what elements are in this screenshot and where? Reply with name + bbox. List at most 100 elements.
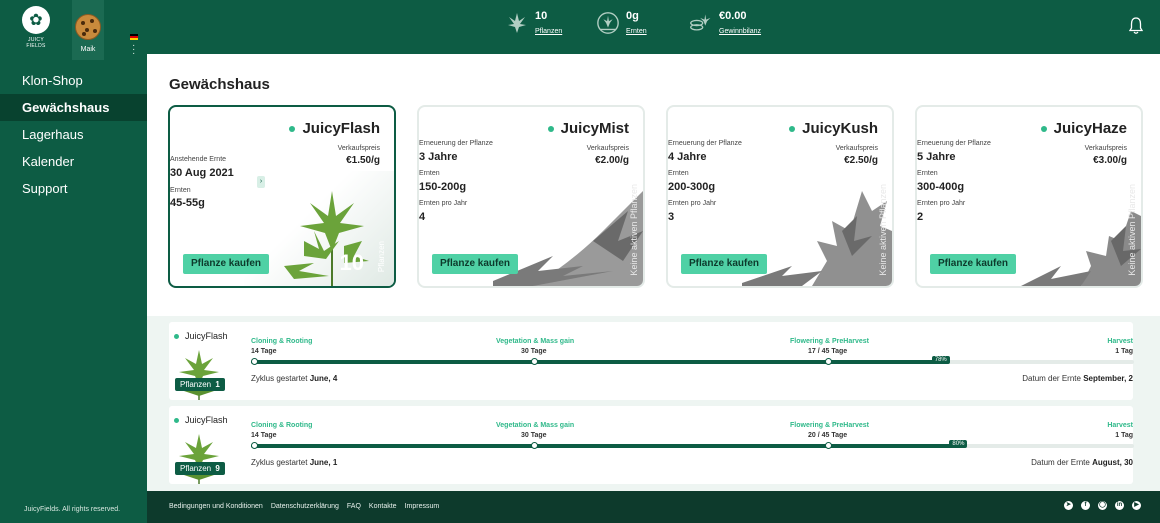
price-value: €2.00/g	[595, 155, 629, 166]
price-value: €3.00/g	[1093, 155, 1127, 166]
footer-link-contacts[interactable]: Kontakte	[369, 503, 397, 510]
main-nav: Klon-Shop Gewächshaus Lagerhaus Kalender…	[0, 67, 147, 202]
strain-card-juicyflash[interactable]: JuicyFlash Verkaufspreis €1.50/g Anstehe…	[168, 105, 396, 288]
no-active-plants-label: Keine aktiven Pflanzen	[878, 184, 888, 276]
coins-leaf-icon	[689, 10, 713, 36]
strain-name: JuicyKush	[789, 120, 878, 137]
upcoming-harvest-label: Anstehende Ernte	[170, 156, 227, 163]
footer-links: Bedingungen und Konditionen Datenschutze…	[169, 503, 439, 510]
more-menu-icon[interactable]: · · ·	[132, 41, 135, 59]
strain-name-text: JuicyKush	[802, 120, 878, 137]
stat-plants-value: 10	[535, 10, 548, 22]
upcoming-harvest-value: 30 Aug 2021	[170, 167, 234, 179]
chevron-right-icon[interactable]: ›	[257, 176, 265, 188]
growth-cycles: JuicyFlash Pflanzen 1 Cloning & Rooting …	[147, 316, 1160, 491]
stat-harvests-label: Ernten	[626, 28, 647, 35]
phase-name: Harvest	[1107, 338, 1133, 345]
phase-days: 30 Tage	[521, 348, 547, 355]
progress-fill	[251, 444, 958, 448]
harvest-label: Ernten	[170, 187, 191, 194]
phase-node	[251, 442, 258, 449]
cycle-started-label: Zyklus gestartet	[251, 374, 308, 383]
nav-item-support[interactable]: Support	[0, 175, 147, 202]
growth-cycle-row[interactable]: JuicyFlash Pflanzen 9 Cloning & Rooting …	[169, 406, 1134, 484]
top-bar: 10 Pflanzen 0g Ernten €0.00 Gewinnbilanz	[147, 0, 1160, 54]
plants-count-badge: Pflanzen 1	[175, 378, 225, 391]
logo-text: JUICY FIELDS	[26, 37, 46, 49]
harvests-per-year-value: 2	[917, 211, 924, 223]
price-label: Verkaufspreis	[1084, 145, 1127, 152]
youtube-icon[interactable]: ▶	[1132, 501, 1141, 510]
nav-item-klon-shop[interactable]: Klon-Shop	[0, 67, 147, 94]
strain-card-juicykush[interactable]: JuicyKush Verkaufspreis €2.50/g Erneueru…	[666, 105, 894, 288]
buy-plant-button[interactable]: Pflanze kaufen	[930, 254, 1017, 274]
buy-plant-button[interactable]: Pflanze kaufen	[183, 254, 270, 274]
harvest-value: 200-300g	[668, 181, 716, 193]
cycle-plant-name-text: JuicyFlash	[185, 331, 228, 341]
harvests-per-year-value: 3	[668, 211, 675, 223]
strain-name-text: JuicyFlash	[302, 120, 380, 137]
cycle-plant-name: JuicyFlash	[174, 331, 228, 341]
harvest-value: 150-200g	[419, 181, 467, 193]
phase-days: 17 / 45 Tage	[808, 348, 848, 355]
strain-card-juicymist[interactable]: JuicyMist Verkaufspreis €2.00/g Erneueru…	[417, 105, 645, 288]
page-title: Gewächshaus	[169, 76, 270, 93]
plants-count-label: Pflanzen	[180, 380, 212, 389]
harvest-date-value: August, 30	[1092, 458, 1133, 467]
instagram-icon[interactable]: ◯	[1098, 501, 1107, 510]
buy-plant-button[interactable]: Pflanze kaufen	[681, 254, 768, 274]
no-active-plants-label: Keine aktiven Pflanzen	[1127, 184, 1137, 276]
strain-name: JuicyHaze	[1040, 120, 1127, 137]
nav-item-gewaechshaus[interactable]: Gewächshaus	[0, 94, 147, 121]
cycle-plant-name-text: JuicyFlash	[185, 415, 228, 425]
strain-name: JuicyMist	[547, 120, 629, 137]
phase-days: 14 Tage	[251, 348, 277, 355]
plants-count-badge: Pflanzen 9	[175, 462, 225, 475]
harvest-label: Ernten	[917, 170, 938, 177]
stat-profit-value: €0.00	[719, 10, 747, 22]
renewal-value: 5 Jahre	[917, 151, 956, 163]
stat-plants[interactable]: 10 Pflanzen	[505, 10, 562, 36]
plant-count-label: Pflanzen	[377, 240, 386, 272]
cycle-started-value: June, 1	[309, 458, 338, 467]
linkedin-icon[interactable]: in	[1115, 501, 1124, 510]
status-dot	[1040, 125, 1047, 132]
main-content: Gewächshaus JuicyFlash Verkaufspreis €1.…	[147, 54, 1160, 491]
leaf-logo-icon: ✿	[22, 6, 50, 34]
buy-plant-button[interactable]: Pflanze kaufen	[432, 254, 519, 274]
phase-node	[251, 358, 258, 365]
phase-days: 20 / 45 Tage	[808, 432, 848, 439]
phase-name: Cloning & Rooting	[251, 338, 313, 345]
harvests-per-year-value: 4	[419, 211, 426, 223]
harvest-icon	[596, 10, 620, 36]
copyright: JuicyFields. All rights reserved.	[24, 506, 121, 513]
footer-link-faq[interactable]: FAQ	[347, 503, 361, 510]
cycle-progress-bar: 80%	[251, 440, 1134, 449]
renewal-label: Erneuerung der Pflanze	[668, 140, 742, 147]
stat-profit-label: Gewinnbilanz	[719, 28, 762, 35]
nav-item-lagerhaus[interactable]: Lagerhaus	[0, 121, 147, 148]
plants-count-value: 1	[215, 380, 220, 389]
juicyfields-logo[interactable]: ✿ JUICY FIELDS	[20, 6, 52, 52]
harvest-value: 45-55g	[170, 197, 205, 209]
footer-link-privacy[interactable]: Datenschutzerklärung	[271, 503, 339, 510]
footer-link-imprint[interactable]: Impressum	[405, 503, 440, 510]
renewal-value: 3 Jahre	[419, 151, 458, 163]
nav-item-kalender[interactable]: Kalender	[0, 148, 147, 175]
footer-link-terms[interactable]: Bedingungen und Konditionen	[169, 503, 263, 510]
growth-cycle-row[interactable]: JuicyFlash Pflanzen 1 Cloning & Rooting …	[169, 322, 1134, 400]
user-profile[interactable]: Maik	[72, 0, 104, 60]
progress-fill	[251, 360, 940, 364]
telegram-icon[interactable]: ➤	[1064, 501, 1073, 510]
stat-profit[interactable]: €0.00 Gewinnbilanz	[689, 10, 761, 36]
price-label: Verkaufspreis	[337, 145, 380, 152]
strain-card-juicyhaze[interactable]: JuicyHaze Verkaufspreis €3.00/g Erneueru…	[915, 105, 1143, 288]
phase-name: Vegetation & Mass gain	[496, 338, 575, 345]
harvest-label: Ernten	[668, 170, 689, 177]
phase-node	[825, 442, 832, 449]
notification-bell-icon[interactable]	[1128, 17, 1144, 35]
progress-percent: 78%	[931, 356, 950, 364]
facebook-icon[interactable]: f	[1081, 501, 1090, 510]
stat-harvests[interactable]: 0g Ernten	[596, 10, 647, 36]
harvests-per-year-label: Ernten pro Jahr	[917, 200, 966, 207]
